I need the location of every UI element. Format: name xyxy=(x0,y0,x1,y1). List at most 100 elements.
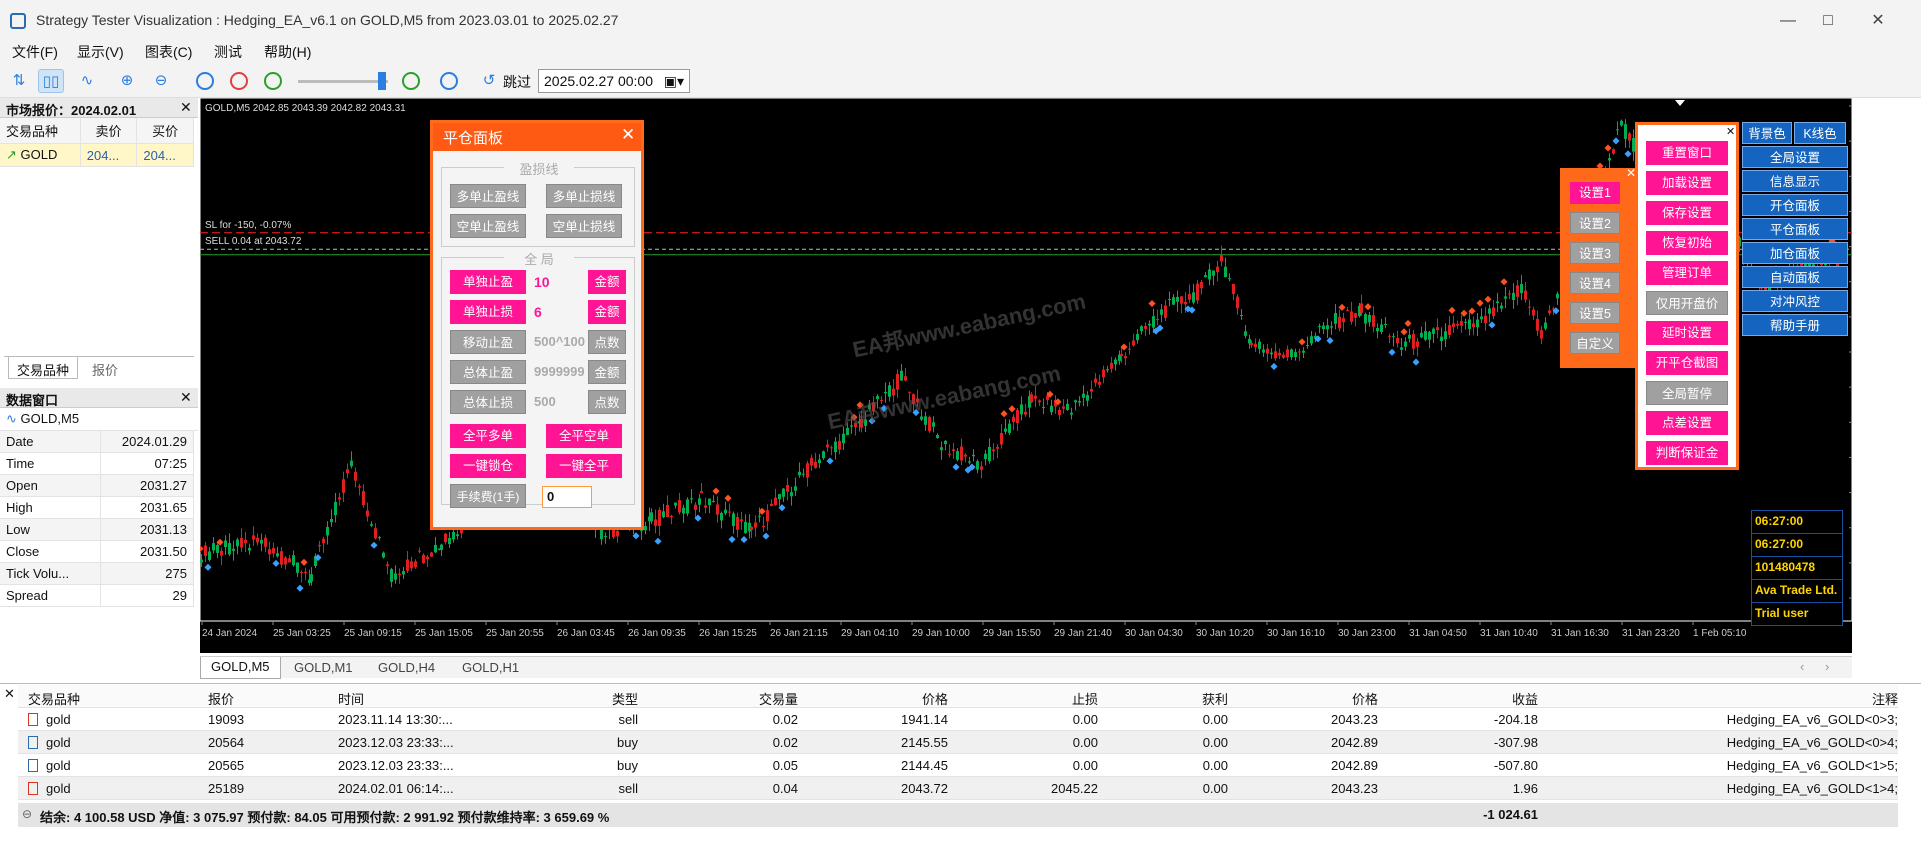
tab-gold-h1[interactable]: GOLD,H1 xyxy=(452,660,529,675)
table-header-cell[interactable]: 时间 xyxy=(338,689,488,708)
tab-symbols[interactable]: 交易品种 xyxy=(8,357,79,379)
table-header-cell[interactable]: 类型 xyxy=(498,689,638,708)
rule-unit-button[interactable]: 点数 xyxy=(588,390,626,414)
main-panel-button[interactable]: 重置窗口 xyxy=(1646,141,1728,165)
table-row[interactable]: gold 20564 2023.12.03 23:33:... buy 0.02 2145… xyxy=(18,731,1898,754)
fee-input[interactable]: 0 xyxy=(542,486,592,508)
close-icon[interactable]: ✕ xyxy=(4,686,15,702)
tab-scroll-right-icon[interactable]: › xyxy=(1825,659,1829,674)
table-header-cell[interactable]: 价格 xyxy=(1228,689,1378,708)
right-panel-button[interactable]: 自动面板 xyxy=(1742,266,1848,288)
buy-tp-line-button[interactable]: 多单止盈线 xyxy=(450,184,526,208)
rule-button[interactable]: 总体止损 xyxy=(450,390,526,414)
main-panel-button[interactable]: 加载设置 xyxy=(1646,171,1728,195)
right-panel-button[interactable]: 加仓面板 xyxy=(1742,242,1848,264)
col-bid[interactable]: 卖价 xyxy=(80,118,138,144)
skip-date-select[interactable]: 2025.02.27 00:00 ▣▾ xyxy=(538,69,690,93)
maximize-button[interactable]: □ xyxy=(1808,8,1848,34)
col-symbol[interactable]: 交易品种 xyxy=(0,118,81,144)
settings-slot-button[interactable]: 设置4 xyxy=(1570,272,1620,294)
main-panel-button[interactable]: 判断保证金 xyxy=(1646,441,1728,465)
settings-slot-button[interactable]: 自定义 xyxy=(1570,332,1620,354)
close-all-buy-button[interactable]: 全平多单 xyxy=(450,424,526,448)
table-header-cell[interactable]: 注释 xyxy=(1543,689,1898,708)
close-icon[interactable]: ✕ xyxy=(1726,125,1735,138)
close-icon[interactable]: ✕ xyxy=(180,389,192,406)
tab-gold-m1[interactable]: GOLD,M1 xyxy=(284,660,363,675)
table-header-cell[interactable]: 价格 xyxy=(798,689,948,708)
rule-button[interactable]: 移动止盈 xyxy=(450,330,526,354)
rule-button[interactable]: 总体止盈 xyxy=(450,360,526,384)
tab-scroll-left-icon[interactable]: ‹ xyxy=(1800,659,1804,674)
collapse-icon[interactable]: ⊖ xyxy=(22,807,32,821)
speed-slider-handle[interactable] xyxy=(378,72,386,90)
speed-slider-track[interactable] xyxy=(298,80,388,83)
step-icon[interactable] xyxy=(436,69,462,93)
right-panel-button[interactable]: 对冲风控 xyxy=(1742,290,1848,312)
rule-value[interactable]: 500 xyxy=(534,394,586,409)
main-panel-button[interactable]: 延时设置 xyxy=(1646,321,1728,345)
main-panel-button[interactable]: 管理订单 xyxy=(1646,261,1728,285)
table-header-cell[interactable]: 收益 xyxy=(1378,689,1538,708)
rule-value[interactable]: 500^100 xyxy=(534,334,586,349)
close-all-button[interactable]: 一键全平 xyxy=(546,454,622,478)
menu-help[interactable]: 帮助(H) xyxy=(264,42,311,62)
main-panel-button[interactable]: 点差设置 xyxy=(1646,411,1728,435)
right-panel-button[interactable]: 开仓面板 xyxy=(1742,194,1848,216)
settings-slot-button[interactable]: 设置2 xyxy=(1570,212,1620,234)
col-ask[interactable]: 买价 xyxy=(136,118,194,144)
right-panel-button[interactable]: 帮助手册 xyxy=(1742,314,1848,336)
close-icon[interactable]: ✕ xyxy=(621,125,635,145)
rule-unit-button[interactable]: 金额 xyxy=(588,270,626,294)
table-header-cell[interactable]: 止损 xyxy=(948,689,1098,708)
menu-chart[interactable]: 图表(C) xyxy=(145,42,192,62)
bar-chart-icon[interactable]: ⇅ xyxy=(6,69,32,93)
skip-icon[interactable]: ↺ xyxy=(476,69,502,93)
zoom-in-icon[interactable]: ⊕ xyxy=(114,69,140,93)
menu-file[interactable]: 文件(F) xyxy=(12,42,58,62)
close-window-button[interactable]: ✕ xyxy=(1858,8,1898,34)
calendar-dropdown-icon[interactable]: ▣▾ xyxy=(664,73,684,90)
close-icon[interactable]: ✕ xyxy=(180,99,192,116)
right-panel-button[interactable]: 平仓面板 xyxy=(1742,218,1848,240)
lock-position-button[interactable]: 一键锁仓 xyxy=(450,454,526,478)
menu-view[interactable]: 显示(V) xyxy=(77,42,124,62)
rule-unit-button[interactable]: 点数 xyxy=(588,330,626,354)
close-all-sell-button[interactable]: 全平空单 xyxy=(546,424,622,448)
table-header-cell[interactable]: 获利 xyxy=(1098,689,1228,708)
right-panel-button[interactable]: 全局设置 xyxy=(1742,146,1848,168)
settings-slot-button[interactable]: 设置5 xyxy=(1570,302,1620,324)
candlestick-icon[interactable]: ▯▯ xyxy=(38,69,64,93)
rewind-icon[interactable] xyxy=(260,69,286,93)
candle-color-button[interactable]: K线色 xyxy=(1794,122,1846,144)
minimize-button[interactable]: — xyxy=(1768,8,1808,34)
table-header-cell[interactable]: 交易品种 xyxy=(28,689,188,708)
rule-value[interactable]: 6 xyxy=(534,304,586,320)
play-icon[interactable] xyxy=(398,69,424,93)
table-row[interactable]: gold 19093 2023.11.14 13:30:... sell 0.02 194… xyxy=(18,708,1898,731)
background-color-button[interactable]: 背景色 xyxy=(1742,122,1792,144)
zoom-out-icon[interactable]: ⊖ xyxy=(148,69,174,93)
tab-gold-h4[interactable]: GOLD,H4 xyxy=(368,660,445,675)
table-row[interactable]: gold 25189 2024.02.01 06:14:... sell 0.04 204… xyxy=(18,777,1898,800)
settings-slot-button[interactable]: 设置1 xyxy=(1570,182,1620,204)
main-panel-button[interactable]: 开平仓截图 xyxy=(1646,351,1728,375)
table-header-cell[interactable]: 交易量 xyxy=(648,689,798,708)
table-row[interactable]: gold 20565 2023.12.03 23:33:... buy 0.05 2144… xyxy=(18,754,1898,777)
sell-tp-line-button[interactable]: 空单止盈线 xyxy=(450,214,526,238)
rule-value[interactable]: 10 xyxy=(534,274,586,290)
tab-gold-m5[interactable]: GOLD,M5 xyxy=(200,657,281,679)
menu-test[interactable]: 测试 xyxy=(214,42,242,62)
line-chart-icon[interactable]: ∿ xyxy=(74,69,100,93)
buy-sl-line-button[interactable]: 多单止损线 xyxy=(546,184,622,208)
right-panel-button[interactable]: 信息显示 xyxy=(1742,170,1848,192)
sell-sl-line-button[interactable]: 空单止损线 xyxy=(546,214,622,238)
main-panel-button[interactable]: 全局暂停 xyxy=(1646,381,1728,405)
pause-icon[interactable] xyxy=(192,69,218,93)
settings-slot-button[interactable]: 设置3 xyxy=(1570,242,1620,264)
main-panel-button[interactable]: 恢复初始 xyxy=(1646,231,1728,255)
rule-button[interactable]: 单独止损 xyxy=(450,300,526,324)
table-header-cell[interactable]: 报价 xyxy=(208,689,308,708)
main-panel-button[interactable]: 仅用开盘价 xyxy=(1646,291,1728,315)
rule-unit-button[interactable]: 金额 xyxy=(588,300,626,324)
